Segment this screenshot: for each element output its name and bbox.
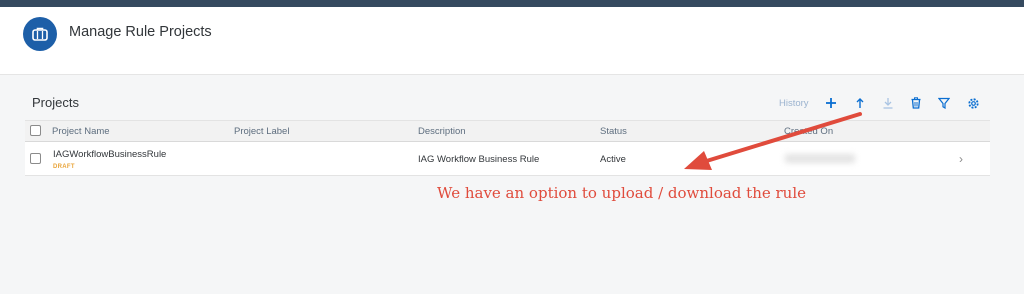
annotation-arrow [684,112,862,170]
annotation-text: We have an option to upload / download t… [437,184,807,202]
